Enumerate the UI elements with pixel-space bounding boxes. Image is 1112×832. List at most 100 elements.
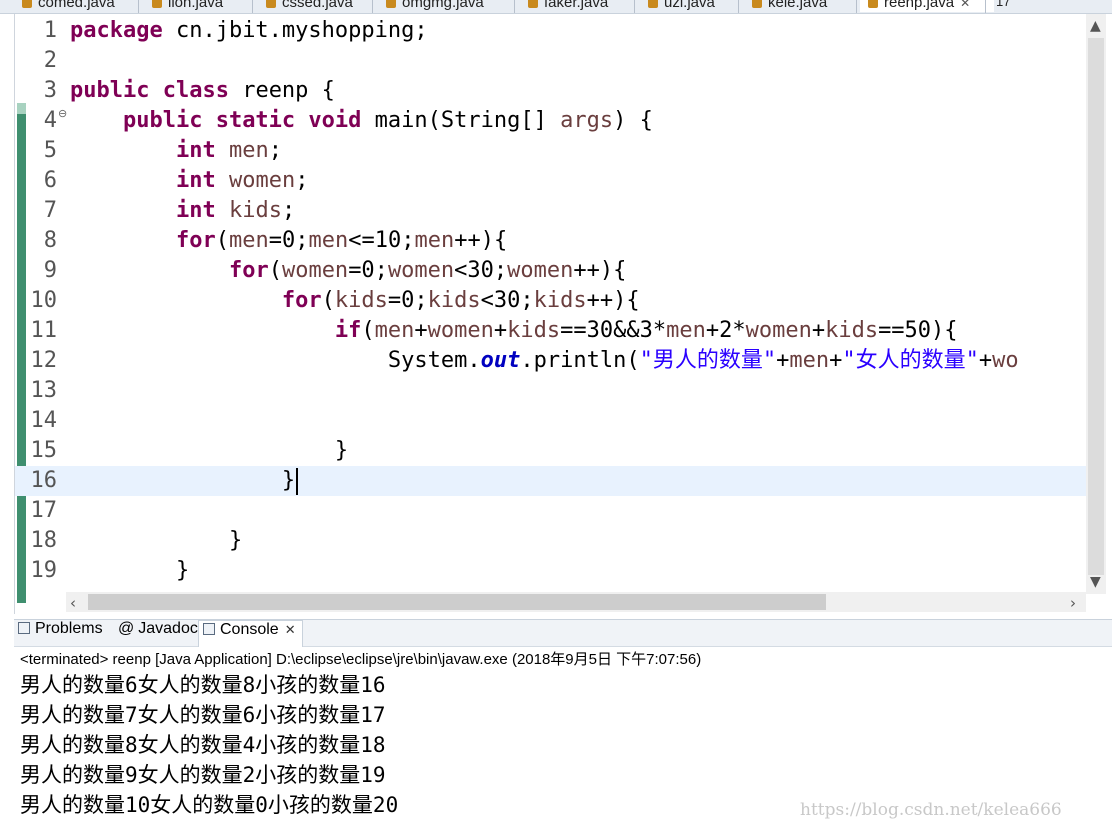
code-line-18[interactable]: 18 } bbox=[15, 526, 1087, 556]
tab-faker-java[interactable]: faker.java bbox=[528, 0, 608, 12]
window-edge bbox=[0, 14, 13, 832]
tab-label: comed.java bbox=[38, 0, 115, 11]
code-line-9[interactable]: 9 for(women=0;women<30;women++){ bbox=[15, 256, 1087, 286]
close-icon[interactable]: ✕ bbox=[960, 0, 970, 10]
code-text: public static void main(String[] args) { bbox=[122, 108, 653, 133]
code-line-8[interactable]: 8 for(men=0;men<=10;men++){ bbox=[15, 226, 1087, 256]
console-output-line: 男人的数量9女人的数量2小孩的数量19 bbox=[20, 763, 386, 787]
tab-separator bbox=[634, 0, 635, 13]
tab-label: uzi.java bbox=[664, 0, 715, 11]
code-line-7[interactable]: 7 int kids; bbox=[15, 196, 1087, 226]
tab-label: reenp.java bbox=[884, 0, 955, 11]
tab-uzi-java[interactable]: uzi.java bbox=[648, 0, 715, 12]
vertical-scroll-thumb[interactable] bbox=[1088, 38, 1104, 575]
tab-separator bbox=[985, 0, 986, 13]
code-line-3[interactable]: 3 public class reenp { bbox=[15, 76, 1087, 106]
code-text: } bbox=[175, 558, 190, 583]
line-number: 14 bbox=[30, 408, 58, 433]
tab-separator bbox=[856, 0, 857, 13]
scroll-up-arrow-icon[interactable]: ▲ bbox=[1090, 18, 1101, 34]
tab-kele-java[interactable]: kele.java bbox=[752, 0, 827, 12]
code-line-12[interactable]: 12 System.out.println("男人的数量"+men+"女人的数量… bbox=[15, 346, 1087, 376]
line-number: 7 bbox=[43, 198, 57, 223]
code-text: for(men=0;men<=10;men++){ bbox=[175, 228, 508, 253]
text-caret bbox=[296, 467, 299, 495]
tab-lion-java[interactable]: lion.java bbox=[152, 0, 223, 12]
watermark: https://blog.csdn.net/kelea666 bbox=[800, 800, 1062, 820]
tab-cssed-java[interactable]: cssed.java bbox=[266, 0, 353, 12]
scroll-right-arrow-icon[interactable]: › bbox=[1070, 594, 1076, 612]
tab-label: omgmg.java bbox=[402, 0, 484, 11]
horizontal-scroll-thumb[interactable] bbox=[88, 594, 826, 610]
console-output-line: 男人的数量7女人的数量6小孩的数量17 bbox=[20, 703, 386, 727]
tab-label: faker.java bbox=[544, 0, 609, 11]
editor-tab-strip: comed.java lion.java cssed.java omgmg.ja… bbox=[0, 0, 1112, 14]
line-number: 16 bbox=[30, 468, 58, 493]
tab-problems[interactable]: Problems bbox=[18, 620, 103, 646]
code-text: } bbox=[334, 438, 349, 463]
tab-javadoc[interactable]: @ Javadoc bbox=[118, 620, 198, 646]
java-file-icon bbox=[868, 0, 878, 9]
code-text: public class reenp { bbox=[70, 78, 335, 103]
tab-omgmg-java[interactable]: omgmg.java bbox=[386, 0, 484, 12]
tab-label: kele.java bbox=[768, 0, 828, 11]
code-line-17[interactable]: 17 bbox=[15, 496, 1087, 526]
java-file-icon bbox=[648, 0, 658, 9]
console-status-line: <terminated> reenp [Java Application] D:… bbox=[20, 651, 702, 668]
tab-comed-java[interactable]: comed.java bbox=[22, 0, 115, 12]
tab-overflow-count[interactable]: 17 bbox=[996, 0, 1010, 12]
code-text: for(kids=0;kids<30;kids++){ bbox=[281, 288, 640, 313]
line-number: 13 bbox=[30, 378, 58, 403]
code-line-2[interactable]: 2 bbox=[15, 46, 1087, 76]
code-line-5[interactable]: 5 int men; bbox=[15, 136, 1087, 166]
line-number: 3 bbox=[43, 78, 57, 103]
line-number: 11 bbox=[30, 318, 58, 343]
console-output-line: 男人的数量6女人的数量8小孩的数量16 bbox=[20, 673, 386, 697]
tab-console[interactable]: Console ✕ bbox=[198, 620, 303, 647]
java-file-icon bbox=[266, 0, 276, 9]
code-line-14[interactable]: 14 bbox=[15, 406, 1087, 436]
code-line-11[interactable]: 11 if(men+women+kids==30&&3*men+2*women+… bbox=[15, 316, 1087, 346]
line-number: 19 bbox=[30, 558, 58, 583]
code-text: for(women=0;women<30;women++){ bbox=[228, 258, 627, 283]
line-number: 5 bbox=[43, 138, 57, 163]
scroll-left-arrow-icon[interactable]: ‹ bbox=[70, 594, 76, 612]
scroll-down-arrow-icon[interactable]: ▼ bbox=[1090, 574, 1101, 590]
line-number: 1 bbox=[43, 18, 57, 43]
code-line-10[interactable]: 10 for(kids=0;kids<30;kids++){ bbox=[15, 286, 1087, 316]
tab-separator bbox=[372, 0, 373, 13]
problems-icon bbox=[18, 622, 30, 634]
code-text: } bbox=[228, 528, 243, 553]
code-line-6[interactable]: 6 int women; bbox=[15, 166, 1087, 196]
tab-separator bbox=[138, 0, 139, 13]
console-icon bbox=[203, 623, 215, 635]
line-number: 9 bbox=[43, 258, 57, 283]
line-number: 6 bbox=[43, 168, 57, 193]
tab-separator bbox=[738, 0, 739, 13]
console-output-line: 男人的数量10女人的数量0小孩的数量20 bbox=[20, 793, 399, 817]
view-tab-strip: Problems @ Javadoc Console ✕ bbox=[14, 619, 1112, 647]
code-line-4[interactable]: 4 ⊖ public static void main(String[] arg… bbox=[15, 106, 1087, 136]
line-number: 4 bbox=[43, 108, 57, 133]
code-line-13[interactable]: 13 bbox=[15, 376, 1087, 406]
code-editor[interactable]: 1 package cn.jbit.myshopping; 2 3 public… bbox=[14, 14, 1112, 614]
line-number: 8 bbox=[43, 228, 57, 253]
code-line-15[interactable]: 15 } bbox=[15, 436, 1087, 466]
code-line-16-current[interactable]: 16 } bbox=[15, 466, 1087, 496]
java-file-icon bbox=[22, 0, 32, 9]
line-number: 2 bbox=[43, 48, 57, 73]
fold-collapse-icon[interactable]: ⊖ bbox=[58, 107, 67, 121]
code-line-19[interactable]: 19 } bbox=[15, 556, 1087, 586]
tab-reenp-java[interactable]: reenp.java ✕ bbox=[860, 0, 994, 12]
code-text: } bbox=[70, 466, 299, 496]
tab-label: lion.java bbox=[168, 0, 224, 11]
line-number: 12 bbox=[30, 348, 58, 373]
code-text: int kids; bbox=[175, 198, 296, 223]
tab-separator bbox=[514, 0, 515, 13]
code-line-1[interactable]: 1 package cn.jbit.myshopping; bbox=[15, 16, 1087, 46]
code-text: int men; bbox=[175, 138, 282, 163]
code-text: int women; bbox=[175, 168, 309, 193]
close-icon[interactable]: ✕ bbox=[285, 622, 296, 637]
java-file-icon bbox=[386, 0, 396, 9]
line-number: 10 bbox=[30, 288, 58, 313]
